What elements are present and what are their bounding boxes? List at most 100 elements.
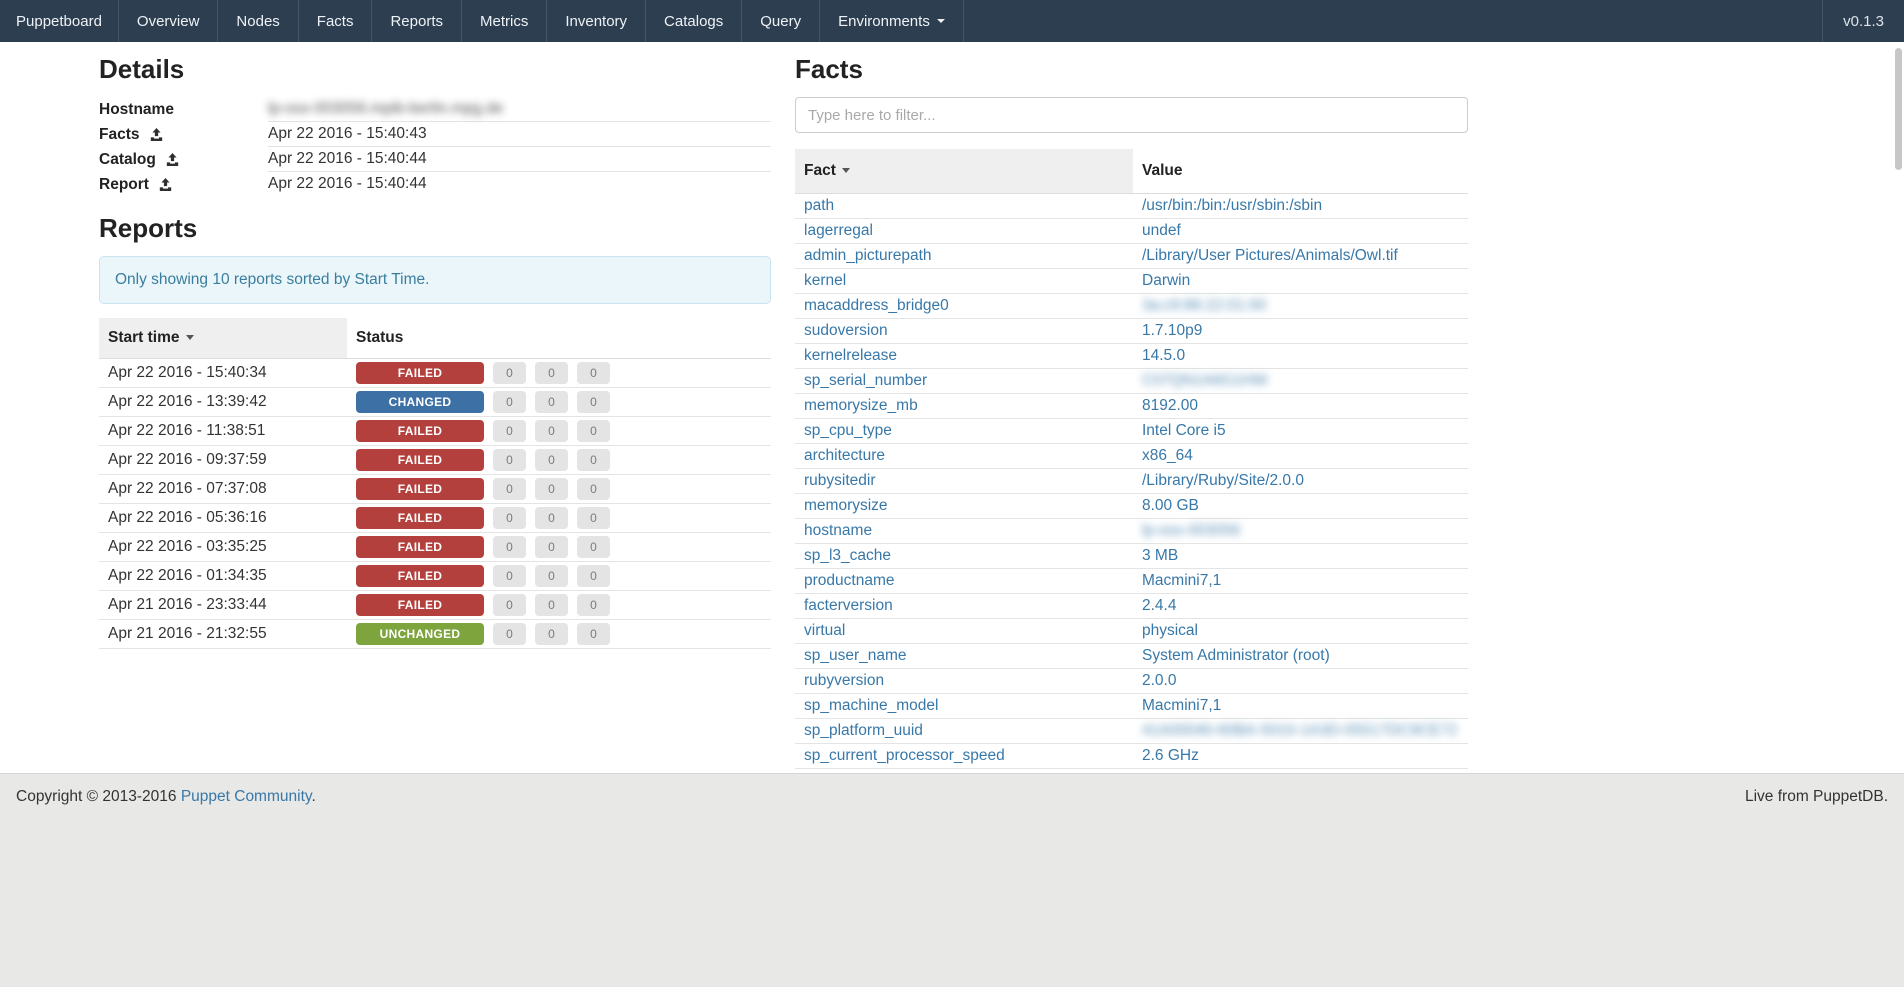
fact-name-link[interactable]: rubysitedir: [804, 472, 876, 489]
detail-label-text: Catalog: [99, 151, 156, 169]
fact-value-link[interactable]: C07QN1A6G1HW: [1142, 372, 1268, 389]
fact-name-link[interactable]: productname: [804, 572, 894, 589]
fact-value-link[interactable]: 2.0.0: [1142, 672, 1176, 689]
facts-column-header-value[interactable]: Value: [1133, 149, 1468, 194]
reports-column-header-status[interactable]: Status: [347, 318, 771, 359]
upload-icon[interactable]: [166, 153, 179, 166]
report-row[interactable]: Apr 22 2016 - 13:39:42CHANGED000: [99, 388, 771, 417]
fact-name-link[interactable]: hostname: [804, 522, 872, 539]
nav-item-metrics[interactable]: Metrics: [462, 0, 547, 42]
fact-name-link[interactable]: sp_cpu_type: [804, 422, 892, 439]
fact-name-link[interactable]: facterversion: [804, 597, 893, 614]
fact-row: admin_picturepath/Library/User Pictures/…: [795, 244, 1468, 269]
report-row[interactable]: Apr 22 2016 - 07:37:08FAILED000: [99, 475, 771, 504]
fact-name-link[interactable]: lagerregal: [804, 222, 873, 239]
fact-name-link[interactable]: virtual: [804, 622, 845, 639]
fact-name-link[interactable]: admin_picturepath: [804, 247, 932, 264]
fact-row: sp_machine_model Macmini7,1: [795, 694, 1468, 719]
report-status-badge: FAILED: [356, 362, 484, 384]
detail-value: Apr 22 2016 - 15:40:43: [268, 122, 771, 147]
fact-value-link[interactable]: Intel Core i5: [1142, 422, 1226, 439]
nav-item-overview[interactable]: Overview: [119, 0, 219, 42]
nav-item-nodes[interactable]: Nodes: [218, 0, 298, 42]
fact-value-cell: 3 MB: [1133, 544, 1468, 569]
fact-value-cell: C07QN1A6G1HW: [1133, 369, 1468, 394]
fact-name-link[interactable]: sp_l3_cache: [804, 547, 891, 564]
fact-name-link[interactable]: sp_machine_model: [804, 697, 938, 714]
fact-name-cell: kernel: [795, 269, 1133, 294]
upload-icon[interactable]: [159, 178, 172, 191]
fact-value-link[interactable]: 41A00040-60BA-5010-1A3D-05517DC9CE72: [1142, 722, 1457, 739]
report-row[interactable]: Apr 21 2016 - 23:33:44FAILED000: [99, 591, 771, 620]
fact-name-link[interactable]: kernelrelease: [804, 347, 897, 364]
nav-item-query[interactable]: Query: [742, 0, 820, 42]
fact-name-link[interactable]: sp_user_name: [804, 647, 907, 664]
fact-name-link[interactable]: architecture: [804, 447, 885, 464]
vertical-scrollbar-thumb[interactable]: [1895, 48, 1902, 170]
report-status-cell: UNCHANGED000: [347, 620, 771, 649]
detail-row-report: ReportApr 22 2016 - 15:40:44: [99, 172, 771, 197]
puppet-community-link[interactable]: Puppet Community: [181, 788, 312, 805]
fact-name-cell: virtual: [795, 619, 1133, 644]
fact-name-link[interactable]: macaddress_bridge0: [804, 297, 949, 314]
report-row[interactable]: Apr 22 2016 - 11:38:51FAILED000: [99, 417, 771, 446]
nav-brand[interactable]: Puppetboard: [0, 0, 119, 42]
nav-environments-label: Environments: [838, 13, 930, 30]
report-row[interactable]: Apr 22 2016 - 01:34:35FAILED000: [99, 562, 771, 591]
report-start-time: Apr 22 2016 - 15:40:34: [99, 359, 347, 388]
details-table: Hostnamelp-osx-003056.mpib-berlin.mpg.de…: [99, 97, 771, 197]
facts-filter-input[interactable]: [795, 97, 1468, 133]
fact-value-link[interactable]: 3 MB: [1142, 547, 1178, 564]
nav-item-reports[interactable]: Reports: [372, 0, 462, 42]
upload-icon[interactable]: [150, 128, 163, 141]
report-row[interactable]: Apr 22 2016 - 15:40:34FAILED000: [99, 359, 771, 388]
fact-row: path/usr/bin:/bin:/usr/sbin:/sbin: [795, 194, 1468, 219]
nav-item-environments[interactable]: Environments: [820, 0, 964, 42]
nav-item-catalogs[interactable]: Catalogs: [646, 0, 742, 42]
nav-item-facts[interactable]: Facts: [299, 0, 373, 42]
fact-name-link[interactable]: kernel: [804, 272, 846, 289]
nav-item-inventory[interactable]: Inventory: [547, 0, 646, 42]
fact-value-link[interactable]: System Administrator (root): [1142, 647, 1330, 664]
fact-value-link[interactable]: 2.6 GHz: [1142, 747, 1199, 764]
fact-value-cell: Darwin: [1133, 269, 1468, 294]
fact-name-link[interactable]: path: [804, 197, 834, 214]
fact-value-link[interactable]: 3a:c9:86:22:01:00: [1142, 297, 1266, 314]
fact-name-link[interactable]: memorysize: [804, 497, 888, 514]
fact-name-link[interactable]: rubyversion: [804, 672, 884, 689]
fact-name-link[interactable]: sp_current_processor_speed: [804, 747, 1005, 764]
fact-value-cell: 2.6 GHz: [1133, 744, 1468, 769]
facts-column-header-fact[interactable]: Fact: [795, 149, 1133, 194]
fact-name-link[interactable]: sp_platform_uuid: [804, 722, 923, 739]
report-row[interactable]: Apr 22 2016 - 03:35:25FAILED000: [99, 533, 771, 562]
fact-name-link[interactable]: memorysize_mb: [804, 397, 918, 414]
fact-row: sp_cpu_type Intel Core i5: [795, 419, 1468, 444]
fact-value-link[interactable]: 8.00 GB: [1142, 497, 1199, 514]
fact-value-link[interactable]: undef: [1142, 222, 1181, 239]
report-row[interactable]: Apr 22 2016 - 09:37:59FAILED000: [99, 446, 771, 475]
fact-value-link[interactable]: 14.5.0: [1142, 347, 1185, 364]
report-count-pill: 0: [493, 623, 526, 645]
reports-info-alert: Only showing 10 reports sorted by Start …: [99, 256, 771, 304]
fact-value-link[interactable]: Darwin: [1142, 272, 1190, 289]
fact-value-link[interactable]: Macmini7,1: [1142, 572, 1221, 589]
facts-table: Fact Value path/usr/bin:/bin:/usr/sbin:/…: [795, 149, 1468, 769]
reports-column-header-start-time[interactable]: Start time: [99, 318, 347, 359]
report-row[interactable]: Apr 22 2016 - 05:36:16FAILED000: [99, 504, 771, 533]
fact-name-link[interactable]: sp_serial_number: [804, 372, 927, 389]
fact-value-link[interactable]: /Library/User Pictures/Animals/Owl.tif: [1142, 247, 1398, 264]
fact-value-link[interactable]: physical: [1142, 622, 1198, 639]
fact-value-link[interactable]: x86_64: [1142, 447, 1193, 464]
fact-name-link[interactable]: sudoversion: [804, 322, 888, 339]
fact-value-cell: x86_64: [1133, 444, 1468, 469]
fact-value-link[interactable]: Macmini7,1: [1142, 697, 1221, 714]
fact-row: memorysize 8.00 GB: [795, 494, 1468, 519]
fact-value-link[interactable]: /usr/bin:/bin:/usr/sbin:/sbin: [1142, 197, 1322, 214]
fact-value-link[interactable]: 2.4.4: [1142, 597, 1176, 614]
fact-row: sp_l3_cache 3 MB: [795, 544, 1468, 569]
fact-value-link[interactable]: 1.7.10p9: [1142, 322, 1202, 339]
fact-value-link[interactable]: /Library/Ruby/Site/2.0.0: [1142, 472, 1304, 489]
fact-value-link[interactable]: lp-osx-003056: [1142, 522, 1240, 539]
fact-value-link[interactable]: 8192.00: [1142, 397, 1198, 414]
report-row[interactable]: Apr 21 2016 - 21:32:55UNCHANGED000: [99, 620, 771, 649]
